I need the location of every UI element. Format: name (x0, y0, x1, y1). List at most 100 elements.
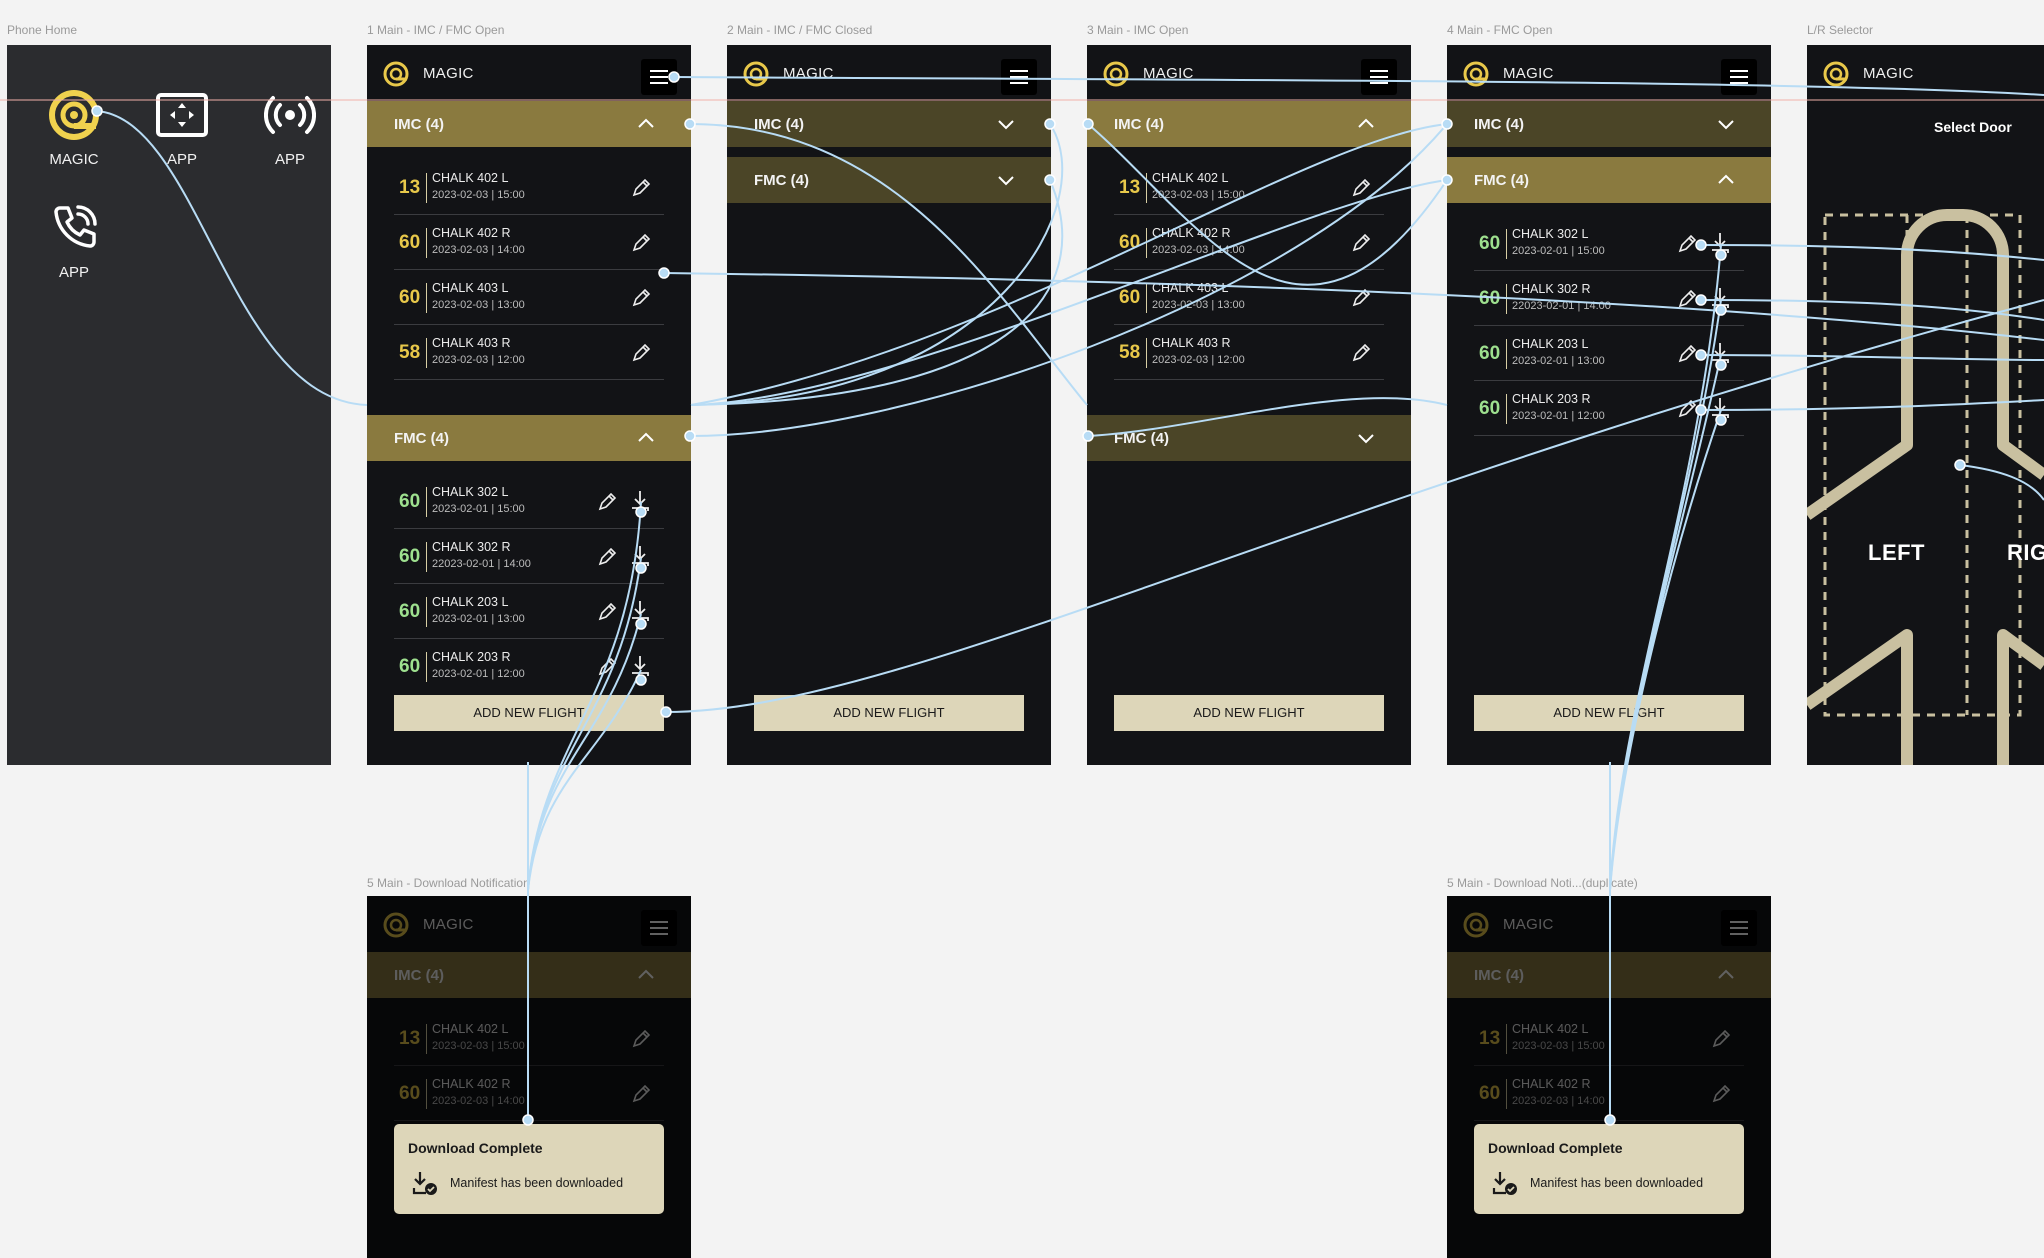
toast-title: Download Complete (408, 1140, 543, 1156)
flight-row[interactable]: 60 CHALK 302 L 2023-02-01 | 15:00 (394, 475, 664, 529)
chevron-up-icon (1358, 118, 1374, 128)
flight-count: 13 (1119, 177, 1141, 198)
imc-section-header[interactable]: IMC (4) (1447, 101, 1771, 147)
flight-count: 60 (399, 287, 421, 308)
pencil-icon[interactable] (630, 287, 652, 309)
flight-row[interactable]: 60 CHALK 203 L 2023-02-01 | 13:00 (394, 585, 664, 639)
pencil-icon[interactable] (630, 342, 652, 364)
hamburger-icon (1730, 70, 1748, 84)
add-new-flight-button[interactable]: ADD NEW FLIGHT (754, 695, 1024, 731)
app-label: APP (58, 264, 89, 281)
flight-row[interactable]: 58 CHALK 403 R 2023-02-03 | 12:00 (1114, 326, 1384, 380)
imc-section-header[interactable]: IMC (4) (727, 101, 1051, 147)
flight-count: 58 (1119, 342, 1141, 363)
divider (426, 597, 427, 627)
chevron-up-icon (638, 432, 654, 442)
add-new-flight-button[interactable]: ADD NEW FLIGHT (1114, 695, 1384, 731)
download-icon[interactable] (1708, 286, 1732, 310)
pencil-icon[interactable] (1676, 343, 1698, 365)
flight-date: 2023-02-01 | 15:00 (1512, 245, 1605, 257)
flight-row[interactable]: 60 CHALK 402 R 2023-02-03 | 14:00 (394, 216, 664, 270)
fmc-section-header[interactable]: FMC (4) (367, 415, 691, 461)
download-icon[interactable] (628, 599, 652, 623)
divider (426, 542, 427, 572)
flight-name: CHALK 403 R (1152, 336, 1231, 350)
app-label: MAGIC (49, 151, 99, 168)
magic-logo-icon (44, 85, 104, 145)
flight-name: CHALK 403 L (432, 281, 509, 295)
flight-row[interactable]: 60 CHALK 203 R 2023-02-01 | 12:00 (1474, 382, 1744, 436)
right-door-option[interactable]: RIG (2007, 540, 2044, 566)
pencil-icon[interactable] (630, 177, 652, 199)
app-label: APP (274, 151, 305, 168)
flight-name: CHALK 402 R (432, 226, 511, 240)
fmc-section-header[interactable]: FMC (4) (1087, 415, 1411, 461)
add-new-flight-button[interactable]: ADD NEW FLIGHT (1474, 695, 1744, 731)
download-icon[interactable] (628, 489, 652, 513)
app-tile-4[interactable]: APP (19, 198, 129, 281)
download-icon[interactable] (1708, 396, 1732, 420)
imc-section-label: IMC (4) (1474, 116, 1524, 133)
flight-date: 22023-02-01 | 14:00 (432, 558, 531, 570)
flight-row[interactable]: 13 CHALK 402 L 2023-02-03 | 15:00 (1114, 161, 1384, 215)
left-door-option[interactable]: LEFT (1868, 540, 1925, 566)
hamburger-menu-button[interactable] (1721, 59, 1757, 95)
frame-label-screen-3: 3 Main - IMC Open (1087, 23, 1189, 37)
divider (1146, 283, 1147, 313)
hamburger-icon (1010, 70, 1028, 84)
flight-row[interactable]: 13 CHALK 402 L 2023-02-03 | 15:00 (394, 161, 664, 215)
screen-3-frame: MAGIC IMC (4) 13 CHALK 402 L 2023-02-03 |… (1087, 45, 1411, 765)
pencil-icon[interactable] (630, 232, 652, 254)
pencil-icon[interactable] (1676, 398, 1698, 420)
app-header: MAGIC (727, 45, 1051, 101)
download-icon[interactable] (1708, 341, 1732, 365)
app-magic[interactable]: MAGIC (19, 85, 129, 168)
hamburger-menu-button[interactable] (1361, 59, 1397, 95)
flight-date: 2023-02-03 | 15:00 (432, 189, 525, 201)
pencil-icon[interactable] (596, 491, 618, 513)
flight-row[interactable]: 60 CHALK 203 L 2023-02-01 | 13:00 (1474, 327, 1744, 381)
download-icon[interactable] (628, 654, 652, 678)
add-new-flight-button[interactable]: ADD NEW FLIGHT (394, 695, 664, 731)
chevron-down-icon (1358, 434, 1374, 444)
chevron-up-icon (1718, 174, 1734, 184)
flight-row[interactable]: 60 CHALK 302 R 22023-02-01 | 14:00 (1474, 272, 1744, 326)
pencil-icon[interactable] (1676, 288, 1698, 310)
imc-section-header[interactable]: IMC (4) (1087, 101, 1411, 147)
pencil-icon[interactable] (1676, 233, 1698, 255)
pencil-icon[interactable] (1350, 287, 1372, 309)
flight-row[interactable]: 58 CHALK 403 R 2023-02-03 | 12:00 (394, 326, 664, 380)
flight-row[interactable]: 60 CHALK 403 L 2023-02-03 | 13:00 (394, 271, 664, 325)
frame-label-screen-2: 2 Main - IMC / FMC Closed (727, 23, 873, 37)
download-toast[interactable]: Download Complete Manifest has been down… (1474, 1124, 1744, 1214)
pencil-icon[interactable] (596, 601, 618, 623)
flight-row[interactable]: 60 CHALK 403 L 2023-02-03 | 13:00 (1114, 271, 1384, 325)
download-toast[interactable]: Download Complete Manifest has been down… (394, 1124, 664, 1214)
hamburger-menu-button[interactable] (641, 59, 677, 95)
flight-row[interactable]: 60 CHALK 302 R 22023-02-01 | 14:00 (394, 530, 664, 584)
flight-name: CHALK 203 R (1512, 392, 1591, 406)
imc-section-header[interactable]: IMC (4) (367, 101, 691, 147)
download-icon[interactable] (628, 544, 652, 568)
hamburger-menu-button[interactable] (1001, 59, 1037, 95)
flight-count: 60 (1119, 287, 1141, 308)
flight-name: CHALK 403 L (1152, 281, 1229, 295)
pencil-icon[interactable] (1350, 232, 1372, 254)
app-tile-2[interactable]: APP (127, 85, 237, 168)
flight-row[interactable]: 60 CHALK 302 L 2023-02-01 | 15:00 (1474, 217, 1744, 271)
download-icon[interactable] (1708, 231, 1732, 255)
pencil-icon[interactable] (596, 656, 618, 678)
pencil-icon[interactable] (1350, 342, 1372, 364)
fmc-section-header[interactable]: FMC (4) (727, 157, 1051, 203)
flight-count: 60 (1479, 233, 1501, 254)
flight-date: 2023-02-03 | 13:00 (1152, 299, 1245, 311)
flight-row[interactable]: 60 CHALK 402 R 2023-02-03 | 14:00 (1114, 216, 1384, 270)
flight-row[interactable]: 60 CHALK 203 R 2023-02-01 | 12:00 (394, 640, 664, 694)
pencil-icon[interactable] (1350, 177, 1372, 199)
fmc-section-label: FMC (4) (394, 430, 449, 447)
imc-section-label: IMC (4) (754, 116, 804, 133)
pencil-icon[interactable] (596, 546, 618, 568)
app-tile-3[interactable]: APP (235, 85, 331, 168)
flight-count: 60 (399, 601, 421, 622)
fmc-section-header[interactable]: FMC (4) (1447, 157, 1771, 203)
